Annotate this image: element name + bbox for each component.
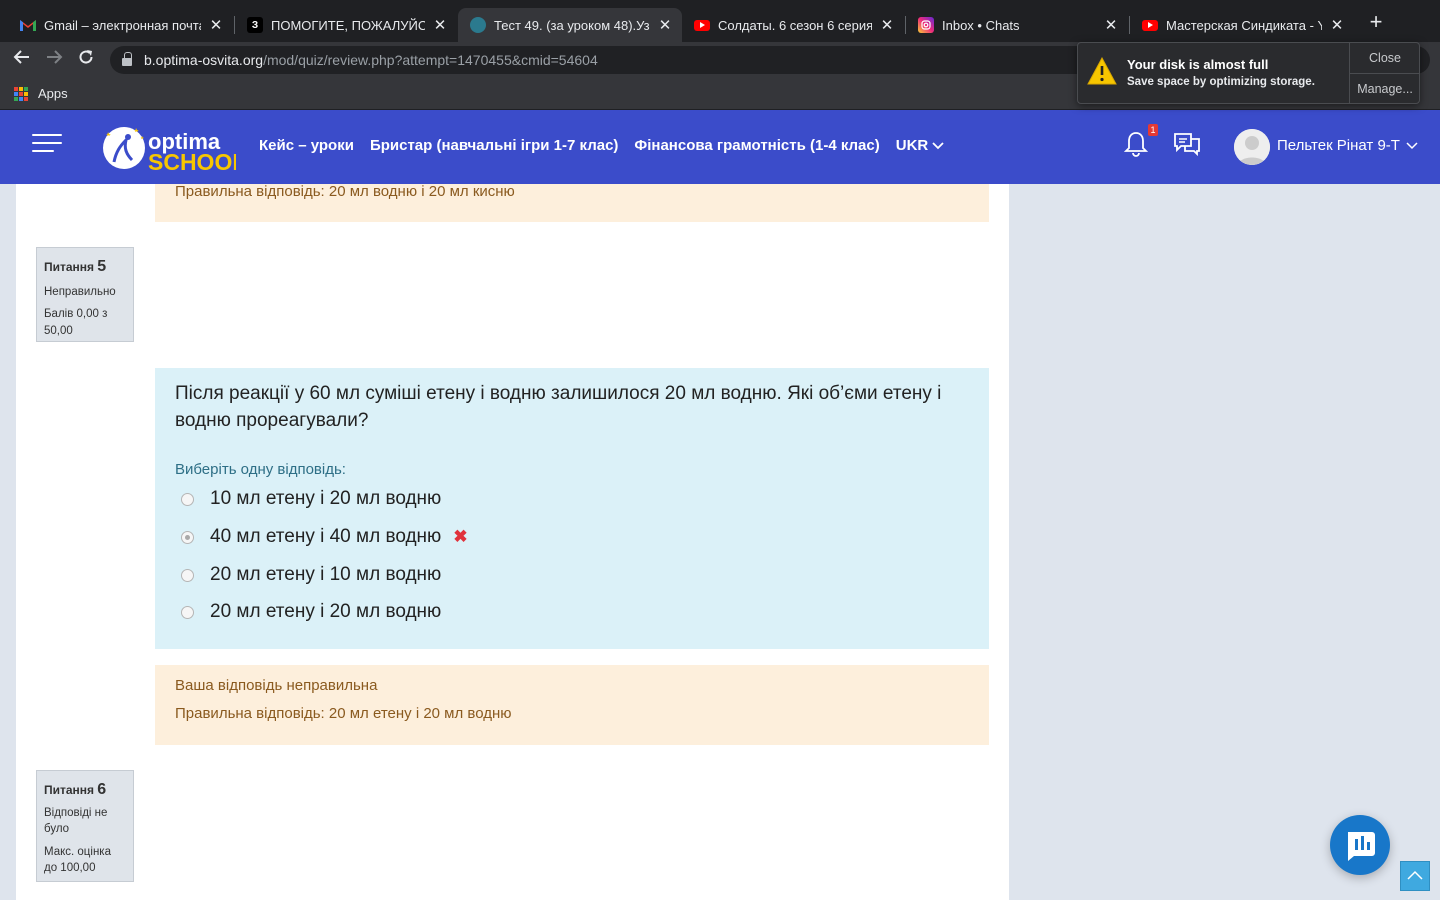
radio-button[interactable]	[181, 568, 194, 582]
chevron-down-icon	[932, 141, 944, 149]
warning-icon	[1087, 56, 1117, 87]
close-button[interactable]: Close	[1350, 43, 1420, 73]
back-arrow-icon[interactable]	[10, 48, 34, 72]
question-5-content: Після реакції у 60 мл суміші етену і вод…	[155, 368, 989, 649]
close-tab-icon[interactable]: ✕	[1102, 16, 1120, 34]
user-name: Пельтек Рінат 9-Т	[1277, 137, 1400, 154]
disk-full-notification: Your disk is almost full Save space by o…	[1077, 42, 1420, 104]
correct-answer-text: Правильна відповідь: 20 мл етену і 20 мл…	[175, 705, 512, 722]
tab-title: Gmail – электронная почта	[44, 17, 201, 33]
close-tab-icon[interactable]: ✕	[207, 16, 225, 34]
radio-button-selected[interactable]	[181, 530, 194, 544]
question-text: Після реакції у 60 мл суміші етену і вод…	[175, 383, 942, 431]
question-state: Неправильно	[44, 286, 116, 299]
question-grade: Балів 0,00 з 50,00	[44, 308, 108, 337]
reload-icon[interactable]	[74, 48, 98, 72]
tab-title: Тест 49. (за уроком 48).Узагальнення	[494, 17, 650, 33]
forward-arrow-icon[interactable]	[42, 48, 66, 72]
answer-label: 20 мл етену і 10 мл водню	[210, 564, 442, 585]
tab-title: ПОМОГИТЕ, ПОЖАЛУЙСТА	[271, 17, 425, 33]
manage-button[interactable]: Manage...	[1350, 73, 1420, 103]
close-tab-icon[interactable]: ✕	[878, 16, 896, 34]
lock-icon	[122, 52, 132, 66]
language-selector[interactable]: UKR	[896, 137, 945, 154]
tab-soldaty[interactable]: Солдаты. 6 сезон 6 серия ✕	[682, 8, 904, 42]
question-5-info: Питання 5 Неправильно Балів 0,00 з 50,00	[36, 247, 134, 342]
notification-title: Your disk is almost full	[1127, 57, 1269, 72]
chat-bubble-icon	[1348, 832, 1375, 861]
tab-title: Мастерская Синдиката - YouTube	[1166, 17, 1322, 33]
support-chat-button[interactable]	[1330, 815, 1390, 875]
tab-title: Солдаты. 6 сезон 6 серия	[718, 17, 872, 33]
optima-school-logo[interactable]: optima SCHOOL	[102, 124, 246, 175]
radio-button[interactable]	[181, 605, 194, 619]
question-grade: Макс. оцінка до 100,00	[44, 845, 111, 874]
question-state: Відповіді не було	[44, 807, 108, 836]
answer-label: 20 мл етену і 20 мл водню	[210, 601, 442, 622]
answer-prompt: Виберіть одну відповідь:	[175, 461, 346, 478]
chevron-up-icon	[1407, 870, 1423, 880]
language-label: UKR	[895, 137, 929, 154]
question-6-info: Питання 6 Відповіді не було Макс. оцінка…	[36, 770, 134, 882]
feedback-text: Ваша відповідь неправильна	[175, 677, 378, 694]
nav-link-finance[interactable]: Фінансова грамотність (1-4 клас)	[634, 137, 879, 154]
tab-gmail[interactable]: Gmail – электронная почта ✕	[8, 8, 233, 42]
site-header: optima SCHOOL Кейс – уроки Бристар (навч…	[0, 110, 1440, 184]
answer-option[interactable]: 20 мл етену і 10 мл водню	[175, 564, 441, 586]
question-number: 5	[97, 258, 107, 275]
question-label: Питання	[44, 783, 95, 797]
incorrect-icon: ✖	[453, 527, 468, 546]
chevron-down-icon	[1406, 141, 1418, 149]
znanija-icon: З	[247, 17, 263, 33]
apps-bookmark[interactable]: Apps	[14, 86, 68, 101]
browser-tab-strip: Gmail – электронная почта ✕ З ПОМОГИТЕ, …	[0, 0, 1440, 42]
apps-grid-icon	[14, 86, 28, 101]
url-path: /mod/quiz/review.php?attempt=1470455&cmi…	[263, 52, 598, 68]
answer-option-selected[interactable]: 40 мл етену і 40 мл водню ✖	[175, 526, 468, 548]
url-host: b.optima-osvita.org	[144, 52, 264, 68]
optima-icon	[470, 17, 486, 33]
main-nav: Кейс – уроки Бристар (навчальні ігри 1-7…	[259, 137, 944, 154]
user-avatar[interactable]	[1234, 129, 1270, 165]
youtube-icon	[694, 19, 710, 31]
tab-instagram[interactable]: Inbox • Chats ✕	[906, 8, 1128, 42]
gmail-icon	[20, 17, 36, 33]
answer-label: 40 мл етену і 40 мл водню	[210, 526, 442, 547]
apps-label: Apps	[38, 86, 68, 101]
radio-button[interactable]	[181, 492, 194, 506]
new-tab-icon[interactable]: +	[1364, 10, 1388, 34]
previous-question-feedback: Правильна відповідь: 20 мл водню і 20 мл…	[155, 183, 989, 222]
nav-link-cases[interactable]: Кейс – уроки	[259, 137, 354, 154]
notifications-bell-icon[interactable]	[1123, 130, 1149, 158]
answer-label: 10 мл етену і 20 мл водню	[210, 488, 442, 509]
notification-badge: 1	[1148, 124, 1158, 136]
close-tab-icon[interactable]: ✕	[656, 16, 674, 34]
messages-icon[interactable]	[1172, 130, 1202, 158]
user-menu[interactable]: Пельтек Рінат 9-Т	[1277, 137, 1418, 154]
scroll-to-top-button[interactable]	[1400, 861, 1430, 891]
notification-actions: Close Manage...	[1349, 43, 1420, 103]
tab-masterskaya[interactable]: Мастерская Синдиката - YouTube ✕	[1130, 8, 1354, 42]
tab-znanija[interactable]: З ПОМОГИТЕ, ПОЖАЛУЙСТА ✕	[235, 8, 457, 42]
answer-option[interactable]: 10 мл етену і 20 мл водню	[175, 488, 441, 510]
answer-option[interactable]: 20 мл етену і 20 мл водню	[175, 601, 441, 623]
close-tab-icon[interactable]: ✕	[431, 16, 449, 34]
question-label: Питання	[44, 260, 95, 274]
question-5-feedback: Ваша відповідь неправильна Правильна від…	[155, 665, 989, 745]
tab-title: Inbox • Chats	[942, 17, 1020, 33]
nav-link-brystar[interactable]: Бристар (навчальні ігри 1-7 клас)	[370, 137, 618, 154]
svg-text:SCHOOL: SCHOOL	[148, 149, 236, 172]
youtube-icon	[1142, 19, 1158, 31]
tab-optima-quiz[interactable]: Тест 49. (за уроком 48).Узагальнення ✕	[458, 8, 682, 42]
close-tab-icon[interactable]: ✕	[1328, 16, 1346, 34]
menu-icon[interactable]	[32, 134, 62, 154]
instagram-icon	[918, 17, 934, 33]
previous-correct-answer: Правильна відповідь: 20 мл водню і 20 мл…	[175, 183, 515, 200]
notification-body: Save space by optimizing storage.	[1127, 76, 1315, 88]
question-number: 6	[97, 781, 107, 798]
